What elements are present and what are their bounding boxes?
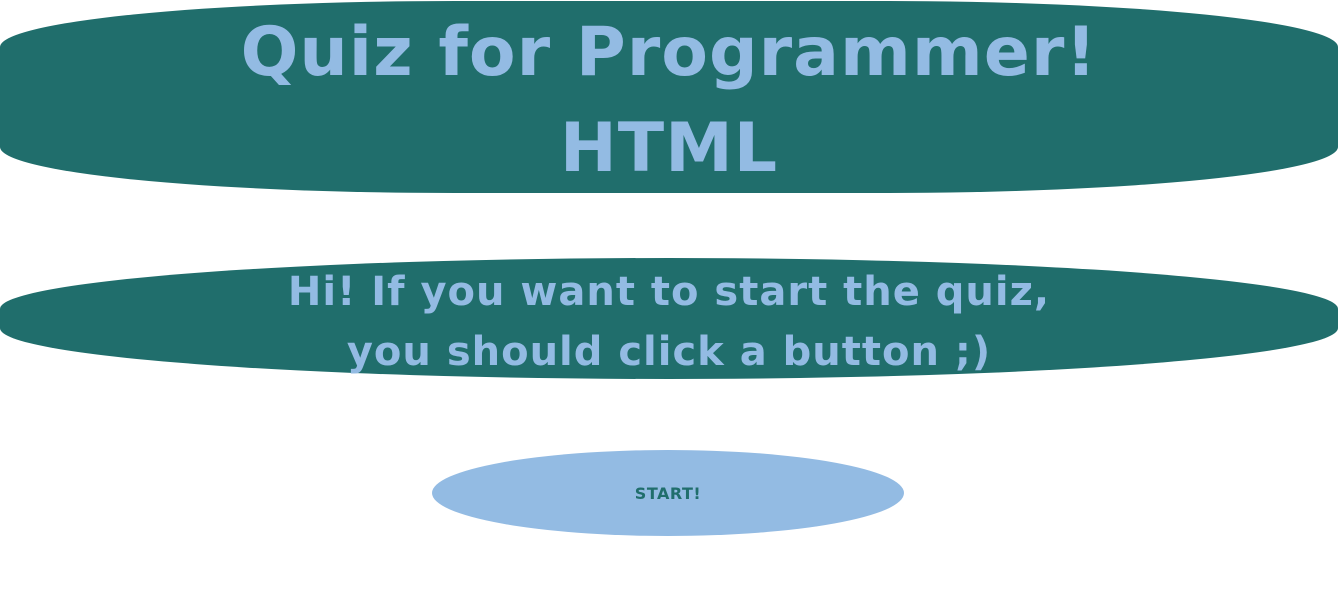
intro-text-line-1: Hi! If you want to start the quiz, [287,269,1051,315]
intro-banner: Hi! If you want to start the quiz, you s… [0,258,1338,379]
page-title: Quiz for Programmer! [240,13,1098,92]
start-button[interactable]: START! [432,450,904,536]
intro-text-line-2: you should click a button ;) [346,329,992,375]
page-subtitle: HTML [559,109,779,188]
title-banner: Quiz for Programmer! HTML [0,1,1338,193]
